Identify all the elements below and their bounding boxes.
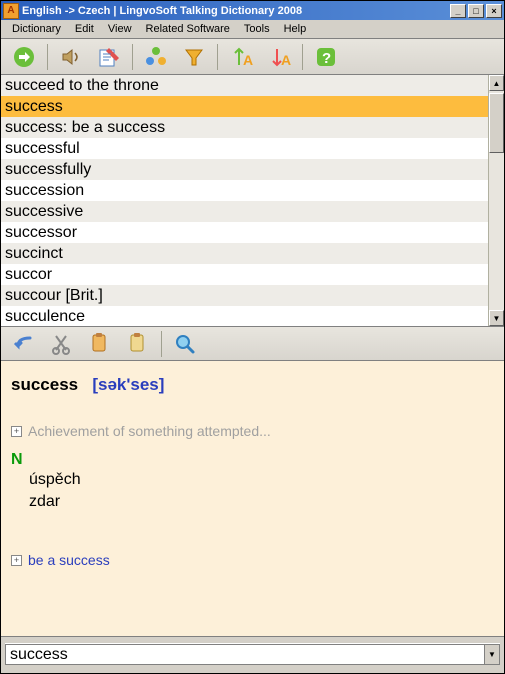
find-button[interactable] bbox=[168, 329, 202, 359]
svg-text:A: A bbox=[243, 52, 253, 68]
help-icon: ? bbox=[314, 45, 338, 69]
separator bbox=[47, 44, 48, 70]
help-button[interactable]: ? bbox=[309, 42, 343, 72]
menu-view[interactable]: View bbox=[101, 21, 139, 37]
app-icon: A bbox=[3, 3, 19, 19]
menubar: Dictionary Edit View Related Software To… bbox=[1, 20, 504, 39]
wordlist-item[interactable]: success bbox=[1, 96, 488, 117]
wordlist-item[interactable]: succeed to the throne bbox=[1, 75, 488, 96]
wordlist-item[interactable]: succession bbox=[1, 180, 488, 201]
separator bbox=[302, 44, 303, 70]
wordlist-area: succeed to the thronesuccesssuccess: be … bbox=[1, 75, 504, 327]
apps-button[interactable] bbox=[139, 42, 173, 72]
related-row: + be a success bbox=[11, 552, 494, 568]
translation-2: zdar bbox=[29, 491, 494, 513]
related-link[interactable]: be a success bbox=[28, 552, 110, 568]
cut-icon bbox=[51, 333, 73, 355]
speak-icon bbox=[59, 45, 83, 69]
definition-hint-row: + Achievement of something attempted... bbox=[11, 423, 494, 439]
menu-help[interactable]: Help bbox=[277, 21, 314, 37]
wordlist-item[interactable]: succulence bbox=[1, 306, 488, 326]
maximize-button[interactable]: □ bbox=[468, 4, 484, 18]
wordlist-item[interactable]: succor bbox=[1, 264, 488, 285]
menu-tools[interactable]: Tools bbox=[237, 21, 277, 37]
scroll-up-button[interactable]: ▲ bbox=[489, 75, 504, 91]
wordlist[interactable]: succeed to the thronesuccesssuccess: be … bbox=[1, 75, 488, 326]
cut-button[interactable] bbox=[45, 329, 79, 359]
apps-icon bbox=[144, 45, 168, 69]
expand-hint-button[interactable]: + bbox=[11, 426, 22, 437]
separator bbox=[217, 44, 218, 70]
expand-related-button[interactable]: + bbox=[11, 555, 22, 566]
definition-toolbar bbox=[1, 327, 504, 361]
definition-heading: success [sək'ses] bbox=[11, 375, 494, 395]
filter-icon bbox=[182, 45, 206, 69]
svg-text:?: ? bbox=[322, 50, 331, 67]
copy-button[interactable] bbox=[83, 329, 117, 359]
definition-panel: success [sək'ses] + Achievement of somet… bbox=[1, 361, 504, 637]
back-button[interactable] bbox=[7, 329, 41, 359]
font-decrease-button[interactable]: A bbox=[262, 42, 296, 72]
paste-icon bbox=[126, 332, 150, 356]
swap-icon bbox=[12, 45, 36, 69]
search-row: ▼ bbox=[5, 643, 500, 665]
font-up-icon: A bbox=[229, 45, 253, 69]
status-strip bbox=[1, 669, 504, 673]
font-increase-button[interactable]: A bbox=[224, 42, 258, 72]
copy-icon bbox=[88, 332, 112, 356]
close-button[interactable]: × bbox=[486, 4, 502, 18]
main-toolbar: A A ? bbox=[1, 39, 504, 75]
window-title: English -> Czech | LingvoSoft Talking Di… bbox=[22, 5, 448, 17]
wordlist-item[interactable]: successor bbox=[1, 222, 488, 243]
part-of-speech: N bbox=[11, 451, 494, 469]
menu-edit[interactable]: Edit bbox=[68, 21, 101, 37]
speak-button[interactable] bbox=[54, 42, 88, 72]
headword: success bbox=[11, 375, 78, 394]
wordlist-item[interactable]: successive bbox=[1, 201, 488, 222]
wordlist-item[interactable]: succour [Brit.] bbox=[1, 285, 488, 306]
back-icon bbox=[12, 332, 36, 356]
edit-card-button[interactable] bbox=[92, 42, 126, 72]
paste-button[interactable] bbox=[121, 329, 155, 359]
filter-button[interactable] bbox=[177, 42, 211, 72]
find-icon bbox=[174, 333, 196, 355]
translation-1: úspěch bbox=[29, 469, 494, 491]
edit-icon bbox=[97, 45, 121, 69]
swap-languages-button[interactable] bbox=[7, 42, 41, 72]
wordlist-item[interactable]: successful bbox=[1, 138, 488, 159]
titlebar: A English -> Czech | LingvoSoft Talking … bbox=[1, 1, 504, 20]
search-dropdown-button[interactable]: ▼ bbox=[484, 644, 500, 665]
scroll-down-button[interactable]: ▼ bbox=[489, 310, 504, 326]
menu-related-software[interactable]: Related Software bbox=[139, 21, 237, 37]
menu-dictionary[interactable]: Dictionary bbox=[5, 21, 68, 37]
separator bbox=[161, 331, 162, 357]
svg-text:A: A bbox=[281, 52, 291, 68]
wordlist-item[interactable]: success: be a success bbox=[1, 117, 488, 138]
scroll-thumb[interactable] bbox=[489, 93, 504, 153]
wordlist-scrollbar[interactable]: ▲ ▼ bbox=[488, 75, 504, 326]
font-down-icon: A bbox=[267, 45, 291, 69]
search-input[interactable] bbox=[5, 644, 484, 665]
separator bbox=[132, 44, 133, 70]
wordlist-item[interactable]: succinct bbox=[1, 243, 488, 264]
wordlist-item[interactable]: successfully bbox=[1, 159, 488, 180]
scroll-track[interactable] bbox=[489, 91, 504, 310]
minimize-button[interactable]: _ bbox=[450, 4, 466, 18]
phonetic: [sək'ses] bbox=[92, 375, 164, 394]
definition-hint: Achievement of something attempted... bbox=[28, 423, 271, 439]
